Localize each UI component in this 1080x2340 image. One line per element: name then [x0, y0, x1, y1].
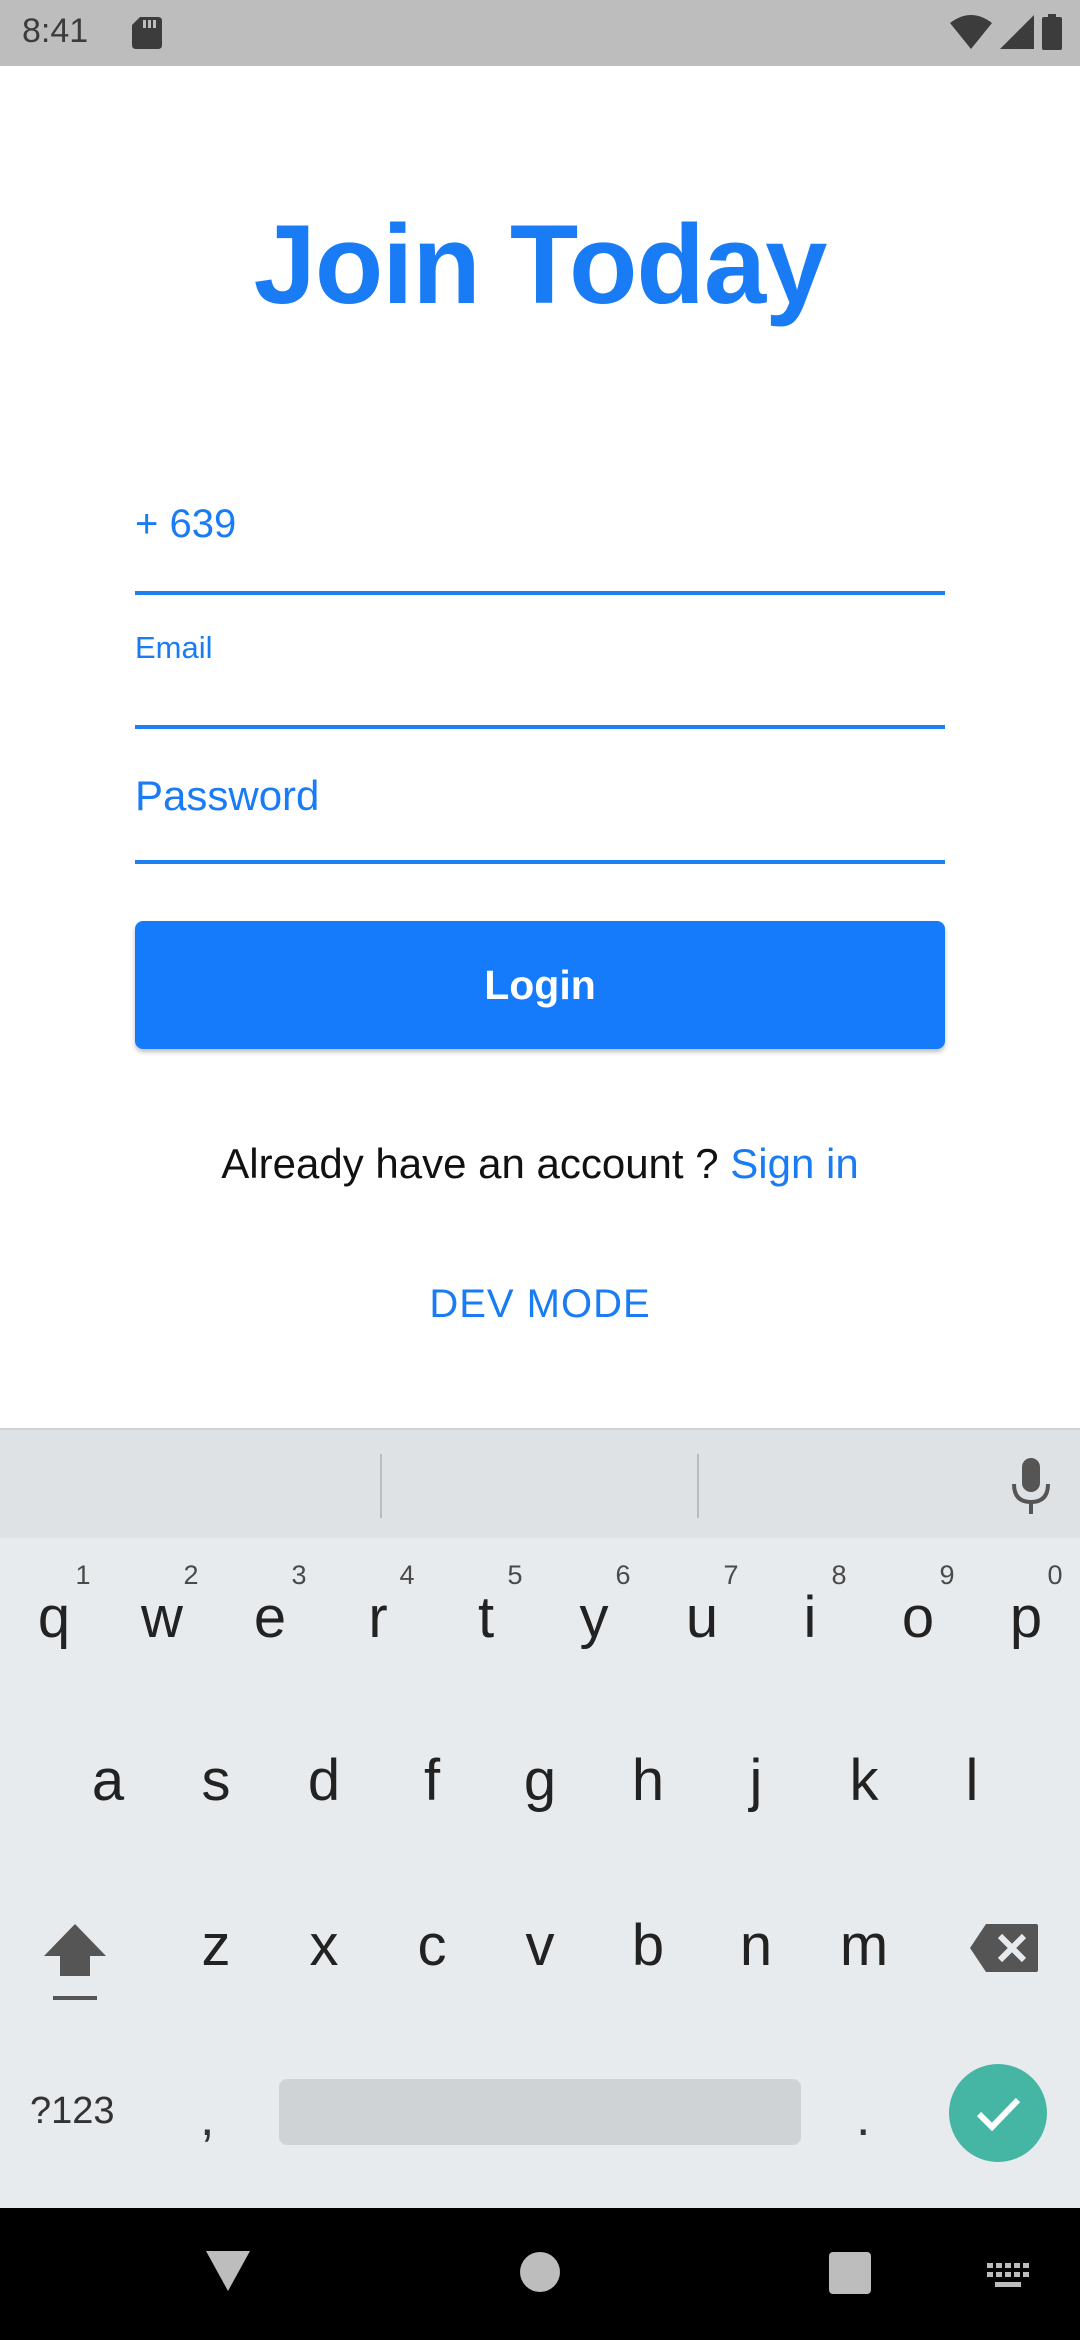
symbols-key[interactable]: ?123	[30, 2090, 115, 2133]
back-icon[interactable]	[206, 2251, 250, 2291]
status-icons	[950, 14, 1062, 50]
key-hint-number: 5	[507, 1560, 523, 1590]
key-d[interactable]: d	[284, 1747, 364, 1814]
suggestion-divider	[697, 1454, 699, 1518]
login-button[interactable]: Login	[135, 921, 945, 1049]
key-l[interactable]: l	[932, 1747, 1012, 1814]
period-key[interactable]: .	[856, 2088, 870, 2148]
key-t[interactable]: t	[446, 1584, 526, 1651]
shift-icon[interactable]	[40, 1918, 110, 2008]
key-j[interactable]: j	[716, 1747, 796, 1814]
key-hint-number: 3	[291, 1560, 307, 1590]
key-w[interactable]: w	[122, 1584, 202, 1651]
account-prompt-text: Already have an account ?	[221, 1140, 731, 1187]
enter-key[interactable]	[949, 2064, 1047, 2162]
keyboard-switch-icon[interactable]	[987, 2263, 1029, 2289]
status-time: 8:41	[22, 12, 89, 50]
mic-icon[interactable]	[1010, 1458, 1052, 1516]
sign-in-link[interactable]: Sign in	[730, 1140, 858, 1187]
key-q[interactable]: q	[14, 1584, 94, 1651]
key-v[interactable]: v	[500, 1912, 580, 1979]
status-bar: 8:41	[0, 0, 1080, 66]
dev-mode-button[interactable]: DEV MODE	[0, 1282, 1080, 1327]
email-field-underline	[135, 725, 945, 729]
suggestion-strip	[0, 1428, 1080, 1538]
key-hint-number: 8	[831, 1560, 847, 1590]
key-hint-number: 7	[723, 1560, 739, 1590]
recents-icon[interactable]	[829, 2252, 871, 2294]
nav-bar	[0, 2208, 1080, 2340]
signal-icon	[1000, 15, 1034, 49]
key-g[interactable]: g	[500, 1747, 580, 1814]
key-u[interactable]: u	[662, 1584, 742, 1651]
key-b[interactable]: b	[608, 1912, 688, 1979]
key-a[interactable]: a	[68, 1747, 148, 1814]
key-e[interactable]: e	[230, 1584, 310, 1651]
key-n[interactable]: n	[716, 1912, 796, 1979]
account-prompt-row: Already have an account ? Sign in	[0, 1140, 1080, 1188]
key-z[interactable]: z	[176, 1912, 256, 1979]
password-field[interactable]: Password	[135, 760, 945, 864]
phone-input-value: + 639	[135, 502, 237, 546]
key-s[interactable]: s	[176, 1747, 256, 1814]
key-o[interactable]: o	[878, 1584, 958, 1651]
key-h[interactable]: h	[608, 1747, 688, 1814]
battery-icon	[1042, 14, 1062, 50]
key-m[interactable]: m	[824, 1912, 904, 1979]
key-hint-number: 2	[183, 1560, 199, 1590]
key-hint-number: 9	[939, 1560, 955, 1590]
key-y[interactable]: y	[554, 1584, 634, 1651]
phone-input-underline	[135, 591, 945, 595]
key-f[interactable]: f	[392, 1747, 472, 1814]
page-title: Join Today	[253, 202, 828, 327]
password-field-placeholder: Password	[135, 772, 320, 819]
key-c[interactable]: c	[392, 1912, 472, 1979]
comma-key[interactable]: ,	[200, 2088, 214, 2148]
space-key[interactable]	[279, 2079, 801, 2145]
backspace-icon[interactable]	[968, 1922, 1040, 1974]
key-r[interactable]: r	[338, 1584, 418, 1651]
wifi-icon	[950, 15, 992, 49]
key-i[interactable]: i	[770, 1584, 850, 1651]
key-hint-number: 4	[399, 1560, 415, 1590]
check-icon	[976, 2097, 1021, 2132]
phone-input[interactable]: + 639	[135, 488, 945, 595]
key-hint-number: 0	[1047, 1560, 1063, 1590]
email-field[interactable]: Email	[135, 620, 945, 729]
email-field-label: Email	[135, 630, 213, 665]
home-icon[interactable]	[520, 2252, 560, 2292]
key-hint-number: 6	[615, 1560, 631, 1590]
key-p[interactable]: p	[986, 1584, 1066, 1651]
key-x[interactable]: x	[284, 1912, 364, 1979]
key-k[interactable]: k	[824, 1747, 904, 1814]
key-hint-number: 1	[75, 1560, 91, 1590]
sd-card-icon	[132, 17, 162, 49]
password-field-underline	[135, 860, 945, 864]
suggestion-divider	[380, 1454, 382, 1518]
